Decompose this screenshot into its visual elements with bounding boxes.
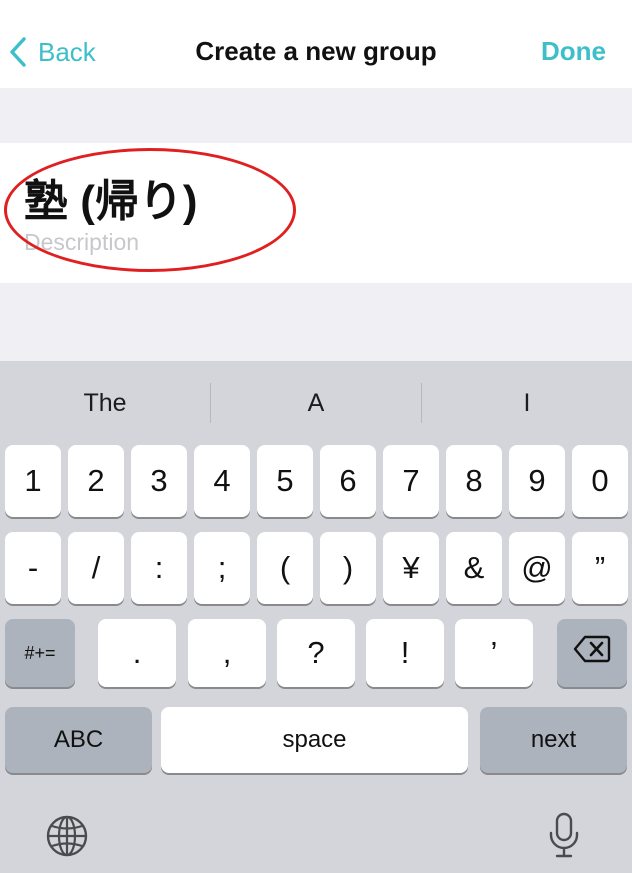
backspace-icon xyxy=(573,635,611,671)
microphone-icon[interactable] xyxy=(548,811,580,859)
navigation-bar: Back Create a new group Done xyxy=(0,0,632,88)
key-7[interactable]: 7 xyxy=(383,445,439,517)
delete-key[interactable] xyxy=(557,619,627,687)
suggestion-item[interactable]: I xyxy=(422,361,632,445)
abc-key[interactable]: ABC xyxy=(5,707,152,773)
suggestion-item[interactable]: The xyxy=(0,361,210,445)
keyboard: The A I 1 2 3 4 5 6 7 8 9 0 - / : ; ( ) … xyxy=(0,361,632,873)
key-comma[interactable]: , xyxy=(188,619,266,687)
key-at[interactable]: @ xyxy=(509,532,565,604)
key-4[interactable]: 4 xyxy=(194,445,250,517)
key-2[interactable]: 2 xyxy=(68,445,124,517)
suggestion-item[interactable]: A xyxy=(211,361,421,445)
key-hyphen[interactable]: - xyxy=(5,532,61,604)
key-1[interactable]: 1 xyxy=(5,445,61,517)
key-period[interactable]: . xyxy=(98,619,176,687)
group-form: 塾 (帰り) Description xyxy=(0,143,632,283)
key-apostrophe[interactable]: ’ xyxy=(455,619,533,687)
suggestion-bar: The A I xyxy=(0,361,632,445)
next-key[interactable]: next xyxy=(480,707,627,773)
group-name-field[interactable]: 塾 (帰り) xyxy=(24,175,604,229)
key-close-paren[interactable]: ) xyxy=(320,532,376,604)
key-ampersand[interactable]: & xyxy=(446,532,502,604)
symbols-mode-key[interactable]: #+= xyxy=(5,619,75,687)
page-title: Create a new group xyxy=(195,36,437,66)
key-quote[interactable]: ” xyxy=(572,532,628,604)
key-5[interactable]: 5 xyxy=(257,445,313,517)
key-8[interactable]: 8 xyxy=(446,445,502,517)
key-0[interactable]: 0 xyxy=(572,445,628,517)
key-slash[interactable]: / xyxy=(68,532,124,604)
key-9[interactable]: 9 xyxy=(509,445,565,517)
key-question[interactable]: ? xyxy=(277,619,355,687)
key-yen[interactable]: ¥ xyxy=(383,532,439,604)
description-field[interactable]: Description xyxy=(24,229,604,256)
space-key[interactable]: space xyxy=(161,707,468,773)
key-3[interactable]: 3 xyxy=(131,445,187,517)
globe-icon[interactable] xyxy=(45,814,89,858)
key-6[interactable]: 6 xyxy=(320,445,376,517)
key-colon[interactable]: : xyxy=(131,532,187,604)
key-open-paren[interactable]: ( xyxy=(257,532,313,604)
done-button[interactable]: Done xyxy=(541,36,606,67)
key-exclamation[interactable]: ! xyxy=(366,619,444,687)
key-semicolon[interactable]: ; xyxy=(194,532,250,604)
